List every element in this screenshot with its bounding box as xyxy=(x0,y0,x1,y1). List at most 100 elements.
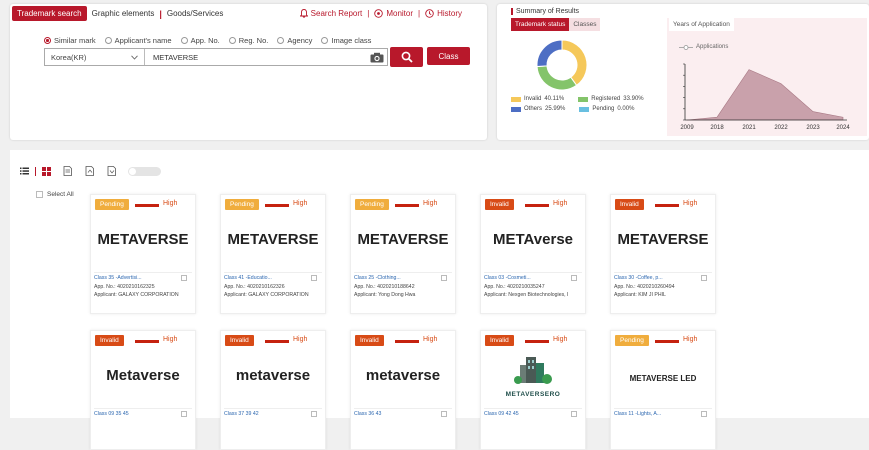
similarity-bar xyxy=(395,340,419,343)
x-tick-label: 2024 xyxy=(836,125,850,131)
card-info: Class 25 -Clothing... App. No.: 402021018… xyxy=(354,274,454,300)
status-badge: Invalid xyxy=(615,199,644,210)
radio-similar-mark[interactable]: Similar mark xyxy=(44,36,96,45)
result-card[interactable]: Invalid High METAVERSE Class 30 -Coffee, p.… xyxy=(610,194,716,314)
select-all-checkbox[interactable] xyxy=(36,191,43,198)
view-toggle[interactable] xyxy=(128,166,161,176)
radio-image-class[interactable]: Image class xyxy=(321,36,371,45)
card-class[interactable]: Class 09 42 45 xyxy=(484,410,584,419)
card-class[interactable]: Class 09 35 45 xyxy=(94,410,194,419)
card-applicant: Applicant: KIM JI PHIL xyxy=(614,292,666,298)
radio-label: Agency xyxy=(287,36,313,45)
country-value: Korea(KR) xyxy=(51,52,87,62)
card-divider xyxy=(224,272,322,273)
top-links: Search Report | Monitor | History xyxy=(295,9,467,18)
monitor-link[interactable]: Monitor xyxy=(369,9,418,18)
toggle-knob xyxy=(129,167,136,175)
card-class[interactable]: Class 11 -Lights, A... xyxy=(614,410,714,419)
similarity-bar xyxy=(135,204,159,207)
search-report-link[interactable]: Search Report xyxy=(295,9,368,18)
card-info: Class 35 -Advertisi... App. No.: 40202101… xyxy=(94,274,194,300)
applications-area xyxy=(686,69,844,121)
result-card[interactable]: Invalid High Metaverse Class 09 35 45 xyxy=(90,330,196,450)
result-card[interactable]: Pending High METAVERSE Class 41 -Educatio..… xyxy=(220,194,326,314)
radio-reg-no[interactable]: Reg. No. xyxy=(228,36,268,45)
result-card[interactable]: Invalid High metaverse Class 37 39 42 xyxy=(220,330,326,450)
similarity-label: High xyxy=(163,336,178,343)
card-class[interactable]: Class 37 39 42 xyxy=(224,410,324,419)
x-tick-label: 2022 xyxy=(774,125,788,131)
country-select[interactable]: Korea(KR) xyxy=(45,49,145,65)
search-button[interactable] xyxy=(390,47,423,67)
trademark-logo: METAVERSERO xyxy=(481,355,585,398)
card-divider xyxy=(484,408,582,409)
export-doc-icon[interactable] xyxy=(85,166,95,176)
similarity-label: High xyxy=(683,200,698,207)
status-badge: Invalid xyxy=(225,335,254,346)
trademark-text: metaverse xyxy=(365,367,441,384)
result-card[interactable]: Invalid High METAverse Class 03 -Cosmeti...… xyxy=(480,194,586,314)
card-class[interactable]: Class 25 -Clothing... xyxy=(354,274,454,283)
area-legend: Applications xyxy=(679,44,728,50)
status-badge: Invalid xyxy=(485,199,514,210)
radio-applicant-name[interactable]: Applicant's name xyxy=(104,36,172,45)
similarity-bar xyxy=(135,340,159,343)
applications-area-chart: 2009 2018 2021 2022 2023 2024 xyxy=(680,63,850,131)
legend-label: Others xyxy=(524,106,543,112)
legend-swatch xyxy=(578,96,589,102)
similarity-label: High xyxy=(163,200,178,207)
tab-goods-services[interactable]: Goods/Services xyxy=(162,9,228,18)
result-card[interactable]: Pending High METAVERSE Class 35 -Advertisi.… xyxy=(90,194,196,314)
similarity-label: High xyxy=(423,200,438,207)
card-info: Class 37 39 42 xyxy=(224,410,324,419)
similarity-bar xyxy=(655,204,679,207)
download-doc-icon[interactable] xyxy=(107,166,117,176)
status-badge: Invalid xyxy=(485,335,514,346)
summary-title: Summary of Results xyxy=(511,8,579,15)
camera-icon[interactable] xyxy=(370,52,384,63)
tab-graphic-elements[interactable]: Graphic elements xyxy=(87,9,160,18)
radio-dot xyxy=(180,37,188,44)
history-label: History xyxy=(437,9,462,18)
card-info: Class 09 35 45 xyxy=(94,410,194,419)
select-all[interactable]: Select All xyxy=(36,191,74,198)
card-class[interactable]: Class 36 43 xyxy=(354,410,454,419)
similarity-bar xyxy=(525,204,549,207)
results-panel: Select All Pending High METAVERSE Class 35 … xyxy=(10,150,869,450)
report-doc-icon[interactable] xyxy=(63,166,73,176)
history-link[interactable]: History xyxy=(420,9,467,18)
radio-dot xyxy=(44,37,51,44)
trademark-text: METAVERSE LED xyxy=(629,374,697,383)
years-of-application-panel: Years of Application Applications 2009 20… xyxy=(667,18,867,136)
result-card[interactable]: Pending High METAVERSE Class 25 -Clothing..… xyxy=(350,194,456,314)
radio-app-no[interactable]: App. No. xyxy=(180,36,220,45)
select-all-label: Select All xyxy=(47,191,74,198)
search-panel: Trademark search Graphic elements | Good… xyxy=(10,4,487,140)
trademark-text: METAVERSE xyxy=(357,231,449,248)
search-input[interactable]: METAVERSE xyxy=(145,53,370,62)
result-card[interactable]: Pending High METAVERSE LED Class 11 -Lights… xyxy=(610,330,716,450)
years-of-application-label: Years of Application xyxy=(669,18,734,31)
tab-trademark-search[interactable]: Trademark search xyxy=(12,6,87,21)
card-class[interactable]: Class 35 -Advertisi... xyxy=(94,274,194,283)
grid-view-icon[interactable] xyxy=(42,166,51,176)
card-info: Class 36 43 xyxy=(354,410,454,419)
result-card[interactable]: Invalid High METAVERSERO Class 09 42 45 xyxy=(480,330,586,450)
card-class[interactable]: Class 41 -Educatio... xyxy=(224,274,324,283)
card-divider xyxy=(94,272,192,273)
clock-icon xyxy=(425,9,434,18)
card-class[interactable]: Class 03 -Cosmeti... xyxy=(484,274,584,283)
similarity-bar xyxy=(395,204,419,207)
radio-label: Applicant's name xyxy=(114,36,172,45)
tab-classes[interactable]: Classes xyxy=(569,18,601,31)
class-button[interactable]: Class xyxy=(427,47,470,65)
list-view-icon[interactable] xyxy=(20,167,29,175)
tab-trademark-status[interactable]: Trademark status xyxy=(511,18,570,31)
card-applicant: Applicant: Yong Dong Hwa xyxy=(354,292,416,298)
radio-agency[interactable]: Agency xyxy=(277,36,312,45)
result-card[interactable]: Invalid High metaverse Class 36 43 xyxy=(350,330,456,450)
x-tick-label: 2021 xyxy=(742,125,756,131)
card-class[interactable]: Class 30 -Coffee, p... xyxy=(614,274,714,283)
donut-slice-registered xyxy=(536,65,578,91)
card-info: Class 30 -Coffee, p... App. No.: 40202102… xyxy=(614,274,714,300)
